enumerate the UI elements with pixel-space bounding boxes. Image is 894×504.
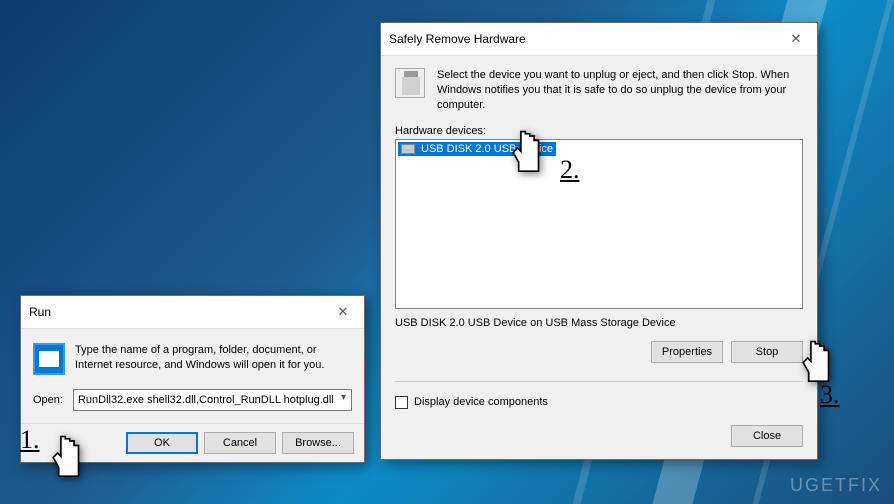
run-dialog: Run ✕ Type the name of a program, folder… bbox=[20, 295, 365, 463]
stop-button[interactable]: Stop bbox=[731, 341, 803, 363]
dialog-description: Select the device you want to unplug or … bbox=[437, 68, 803, 113]
hardware-devices-label: Hardware devices: bbox=[381, 121, 817, 139]
close-icon[interactable]: ✕ bbox=[330, 302, 356, 322]
titlebar[interactable]: Safely Remove Hardware ✕ bbox=[381, 23, 817, 56]
open-input[interactable] bbox=[73, 389, 352, 411]
drive-icon bbox=[401, 144, 415, 154]
header-section: Select the device you want to unplug or … bbox=[381, 56, 817, 121]
display-components-checkbox[interactable] bbox=[395, 396, 408, 409]
run-content: Type the name of a program, folder, docu… bbox=[21, 329, 364, 383]
button-row: OK Cancel Browse... bbox=[21, 423, 364, 462]
close-row: Close bbox=[381, 417, 817, 459]
dialog-title: Run bbox=[29, 305, 51, 319]
run-icon bbox=[33, 343, 65, 375]
browse-button[interactable]: Browse... bbox=[282, 432, 354, 454]
cancel-button[interactable]: Cancel bbox=[204, 432, 276, 454]
annotation-1: 1. bbox=[20, 425, 40, 455]
dialog-title: Safely Remove Hardware bbox=[389, 32, 526, 46]
open-label: Open: bbox=[33, 394, 63, 406]
separator bbox=[395, 381, 803, 382]
display-components-label: Display device components bbox=[414, 396, 548, 408]
annotation-2: 2. bbox=[560, 155, 580, 185]
open-row: Open: bbox=[21, 383, 364, 423]
display-components-row: Display device components bbox=[381, 388, 817, 417]
annotation-3: 3. bbox=[820, 380, 840, 410]
watermark: UGETFIX bbox=[790, 475, 882, 496]
properties-button[interactable]: Properties bbox=[651, 341, 723, 363]
device-name: USB DISK 2.0 USB Device bbox=[421, 143, 553, 155]
close-button[interactable]: Close bbox=[731, 425, 803, 447]
titlebar[interactable]: Run ✕ bbox=[21, 296, 364, 329]
device-list[interactable]: USB DISK 2.0 USB Device bbox=[395, 139, 803, 309]
close-icon[interactable]: ✕ bbox=[783, 29, 809, 49]
device-item-usb[interactable]: USB DISK 2.0 USB Device bbox=[398, 142, 556, 156]
run-description: Type the name of a program, folder, docu… bbox=[75, 343, 352, 373]
safely-remove-dialog: Safely Remove Hardware ✕ Select the devi… bbox=[380, 22, 818, 460]
ok-button[interactable]: OK bbox=[126, 432, 198, 454]
button-row: Properties Stop bbox=[381, 333, 817, 375]
device-status: USB DISK 2.0 USB Device on USB Mass Stor… bbox=[381, 309, 817, 333]
usb-icon bbox=[395, 68, 425, 98]
